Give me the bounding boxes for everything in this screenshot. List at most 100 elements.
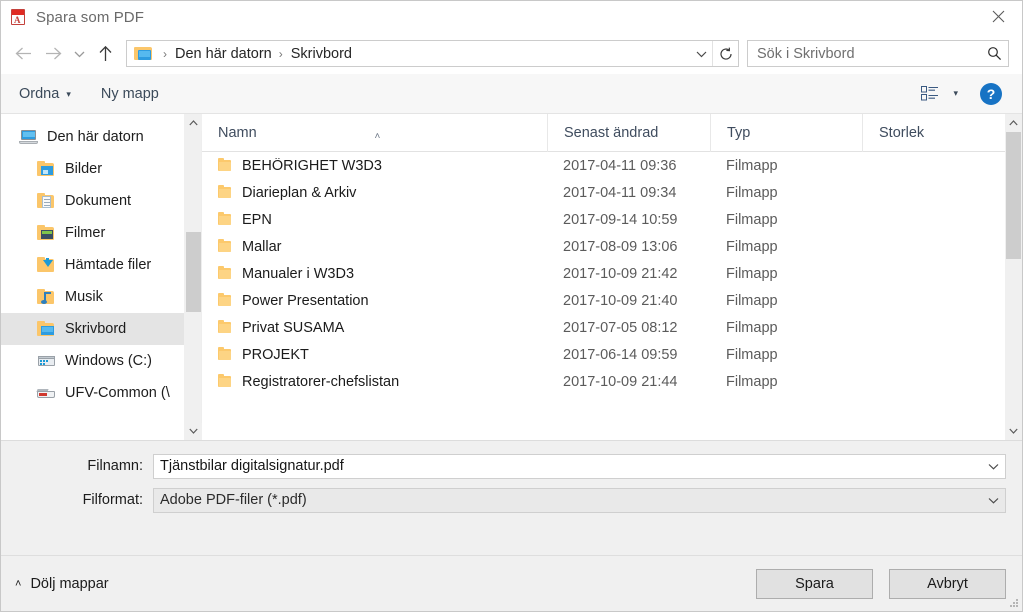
sidebar-item-bilder[interactable]: Bilder bbox=[1, 153, 184, 185]
browser-body: Den här datorn Bilder Dokument Filmer Hä… bbox=[1, 113, 1022, 441]
table-row[interactable]: Diarieplan & Arkiv 2017-04-11 09:34 Film… bbox=[202, 179, 1005, 206]
file-type: Filmapp bbox=[726, 157, 778, 174]
scroll-down-chevron-down-icon[interactable] bbox=[1005, 422, 1022, 440]
address-bar[interactable]: › Den här datorn › Skrivbord bbox=[126, 40, 739, 67]
hide-folders-label: Dölj mappar bbox=[30, 575, 109, 592]
file-rows: BEHÖRIGHET W3D3 2017-04-11 09:36 Filmapp… bbox=[202, 152, 1005, 440]
table-row[interactable]: Privat SUSAMA 2017-07-05 08:12 Filmapp bbox=[202, 314, 1005, 341]
file-name: Registratorer-chefslistan bbox=[242, 373, 400, 390]
breadcrumb-item-desktop[interactable]: Skrivbord bbox=[288, 46, 355, 62]
scroll-down-chevron-down-icon[interactable] bbox=[185, 422, 202, 440]
hard-drive-icon bbox=[37, 353, 57, 369]
sidebar-item-dokument[interactable]: Dokument bbox=[1, 185, 184, 217]
view-options-chevron-down-icon[interactable]: ▾ bbox=[953, 88, 958, 99]
new-folder-label: Ny mapp bbox=[100, 85, 159, 102]
folder-icon bbox=[218, 347, 232, 361]
navigation-pane: Den här datorn Bilder Dokument Filmer Hä… bbox=[1, 114, 184, 440]
organize-button[interactable]: Ordna ▾ bbox=[19, 86, 71, 102]
new-folder-button[interactable]: Ny mapp bbox=[101, 86, 159, 102]
recent-locations-chevron-down-icon[interactable] bbox=[68, 39, 90, 69]
resize-grip[interactable] bbox=[1009, 598, 1019, 608]
column-header-typ[interactable]: Typ bbox=[710, 113, 862, 152]
column-header-storlek[interactable]: Storlek bbox=[862, 113, 972, 152]
table-row[interactable]: EPN 2017-09-14 10:59 Filmapp bbox=[202, 206, 1005, 233]
sidebar-item-musik[interactable]: Musik bbox=[1, 281, 184, 313]
sidebar-scrollbar[interactable] bbox=[184, 114, 202, 440]
column-header-namn[interactable]: ˄ Namn bbox=[202, 114, 547, 152]
file-type: Filmapp bbox=[726, 184, 778, 201]
desktop-folder-icon bbox=[37, 321, 57, 337]
filename-chevron-down-icon[interactable] bbox=[981, 455, 1005, 478]
file-date: 2017-06-14 09:59 bbox=[563, 346, 678, 363]
sidebar-item-windows-c[interactable]: Windows (C:) bbox=[1, 345, 184, 377]
filetype-chevron-down-icon[interactable] bbox=[981, 489, 1005, 512]
table-row[interactable]: PROJEKT 2017-06-14 09:59 Filmapp bbox=[202, 341, 1005, 368]
filetype-label: Filformat: bbox=[82, 492, 143, 508]
file-type: Filmapp bbox=[726, 292, 778, 309]
save-button[interactable]: Spara bbox=[756, 568, 873, 599]
filename-label: Filnamn: bbox=[87, 458, 143, 474]
file-type: Filmapp bbox=[726, 238, 778, 255]
sidebar-item-label: Skrivbord bbox=[65, 321, 127, 337]
filetype-combobox[interactable]: Adobe PDF-filer (*.pdf) bbox=[153, 487, 1006, 513]
file-type: Filmapp bbox=[726, 265, 778, 282]
close-icon[interactable] bbox=[975, 1, 1022, 32]
refresh-icon[interactable] bbox=[712, 41, 738, 66]
sidebar-item-ufv-common[interactable]: UFV-Common (\ bbox=[1, 377, 184, 409]
file-fields-area: Filnamn: Filformat: Adobe PDF-filer (*.p… bbox=[1, 440, 1022, 525]
cancel-label: Avbryt bbox=[927, 575, 968, 592]
sidebar-item-label: UFV-Common (\ bbox=[65, 385, 170, 401]
breadcrumb-item-this-pc[interactable]: Den här datorn bbox=[172, 46, 275, 62]
sidebar-scroll-thumb[interactable] bbox=[186, 232, 201, 312]
file-name: PROJEKT bbox=[242, 346, 309, 363]
filename-input[interactable] bbox=[154, 457, 981, 475]
sidebar-item-label: Dokument bbox=[65, 193, 132, 209]
table-row[interactable]: BEHÖRIGHET W3D3 2017-04-11 09:36 Filmapp bbox=[202, 152, 1005, 179]
file-name: Privat SUSAMA bbox=[242, 319, 345, 336]
folder-icon bbox=[218, 185, 232, 199]
filename-combobox[interactable] bbox=[153, 453, 1006, 479]
forward-icon[interactable] bbox=[38, 39, 68, 69]
window-title: Spara som PDF bbox=[36, 8, 144, 26]
this-pc-icon bbox=[134, 46, 153, 61]
file-name: EPN bbox=[242, 211, 272, 228]
organize-chevron-down-icon: ▾ bbox=[66, 89, 71, 99]
scroll-up-chevron-up-icon[interactable] bbox=[185, 114, 202, 131]
sidebar-item-filmer[interactable]: Filmer bbox=[1, 217, 184, 249]
sidebar-item-hamtade-filer[interactable]: Hämtade filer bbox=[1, 249, 184, 281]
up-one-level-icon[interactable] bbox=[90, 39, 120, 69]
hide-folders-chevron-up-icon: ˄ bbox=[15, 577, 22, 590]
sidebar-item-skrivbord[interactable]: Skrivbord bbox=[1, 313, 184, 345]
back-icon[interactable] bbox=[8, 39, 38, 69]
sidebar-item-label: Windows (C:) bbox=[65, 353, 153, 369]
column-label: Typ bbox=[727, 124, 751, 141]
help-button[interactable]: ? bbox=[980, 82, 1002, 105]
file-list-scroll-thumb[interactable] bbox=[1006, 132, 1021, 259]
sort-ascending-icon: ˄ bbox=[374, 130, 381, 142]
search-box[interactable] bbox=[747, 40, 1009, 67]
network-drive-icon bbox=[36, 385, 57, 401]
table-row[interactable]: Manualer i W3D3 2017-10-09 21:42 Filmapp bbox=[202, 260, 1005, 287]
sidebar-item-label: Den här datorn bbox=[47, 129, 144, 145]
search-input[interactable] bbox=[748, 45, 980, 62]
column-header-senast-andrad[interactable]: Senast ändrad bbox=[547, 113, 710, 152]
folder-icon bbox=[218, 374, 232, 388]
search-icon[interactable] bbox=[980, 41, 1008, 66]
filetype-value: Adobe PDF-filer (*.pdf) bbox=[160, 492, 307, 508]
title-bar: A Spara som PDF bbox=[1, 1, 1022, 33]
scroll-up-chevron-up-icon[interactable] bbox=[1005, 114, 1022, 131]
sidebar-item-this-pc[interactable]: Den här datorn bbox=[1, 121, 184, 153]
address-chevron-down-icon[interactable] bbox=[690, 41, 712, 66]
cancel-button[interactable]: Avbryt bbox=[889, 568, 1006, 599]
dialog-footer: ˄ Dölj mappar Spara Avbryt bbox=[1, 555, 1022, 611]
table-row[interactable]: Mallar 2017-08-09 13:06 Filmapp bbox=[202, 233, 1005, 260]
file-list-scrollbar[interactable] bbox=[1005, 114, 1022, 440]
help-label: ? bbox=[986, 85, 996, 102]
hide-folders-button[interactable]: ˄ Dölj mappar bbox=[15, 576, 109, 592]
list-view-icon[interactable] bbox=[919, 85, 941, 103]
folder-icon bbox=[218, 212, 232, 226]
navigation-bar: › Den här datorn › Skrivbord bbox=[1, 33, 1022, 74]
music-folder-icon bbox=[37, 289, 57, 305]
table-row[interactable]: Power Presentation 2017-10-09 21:40 Film… bbox=[202, 287, 1005, 314]
table-row[interactable]: Registratorer-chefslistan 2017-10-09 21:… bbox=[202, 368, 1005, 395]
